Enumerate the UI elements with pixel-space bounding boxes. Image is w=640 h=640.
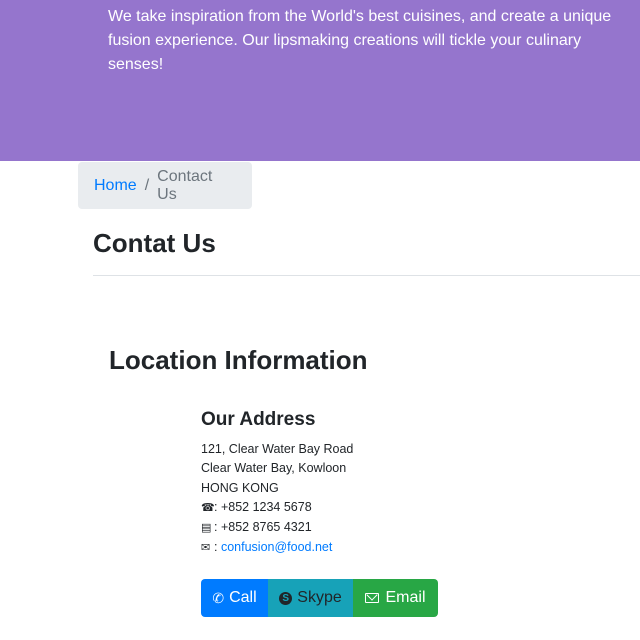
phone-icon: ✆ (212, 589, 225, 606)
fax-line: ▤: +852 8765 4321 (201, 518, 353, 538)
page-title: Contat Us (93, 228, 216, 258)
email-line: ✉: confusion@food.net (201, 538, 353, 558)
address-line-2: Clear Water Bay, Kowloon (201, 461, 347, 476)
email-prefix: : (214, 540, 218, 555)
contact-button-group: ✆ Call S Skype Email (201, 579, 438, 617)
breadcrumb-active: Contact Us (157, 167, 213, 203)
address-line-1: 121, Clear Water Bay Road (201, 442, 354, 456)
phone-icon: ☎ (201, 501, 215, 514)
skype-button-label: Skype (297, 589, 342, 606)
skype-icon: S (279, 591, 293, 605)
breadcrumb-separator: / (144, 176, 150, 194)
divider (93, 275, 640, 276)
jumbotron-text: We take inspiration from the World's bes… (108, 8, 612, 73)
address-block: 121, Clear Water Bay Road Clear Water Ba… (201, 440, 353, 559)
breadcrumb: Home / Contact Us (78, 162, 252, 209)
phone-line: ☎: +852 1234 5678 (201, 498, 353, 518)
email-button[interactable]: Email (353, 579, 438, 617)
jumbotron: We take inspiration from the World's bes… (0, 0, 640, 161)
call-button[interactable]: ✆ Call (201, 579, 268, 617)
address-title: Our Address (201, 409, 316, 430)
skype-button[interactable]: S Skype (268, 579, 353, 617)
fax-icon: ▤ (201, 522, 212, 535)
address-line-3: HONG KONG (201, 480, 279, 495)
breadcrumb-home-link[interactable]: Home (94, 177, 137, 195)
envelope-icon: ✉ (201, 542, 211, 555)
location-title: Location Information (109, 345, 368, 375)
envelope-icon (365, 593, 380, 603)
email-link[interactable]: confusion@food.net (221, 540, 332, 554)
phone-number: : +852 1234 5678 (214, 499, 312, 514)
call-button-label: Call (229, 589, 257, 606)
fax-number: : +852 8765 4321 (214, 520, 312, 535)
email-button-label: Email (385, 589, 426, 606)
